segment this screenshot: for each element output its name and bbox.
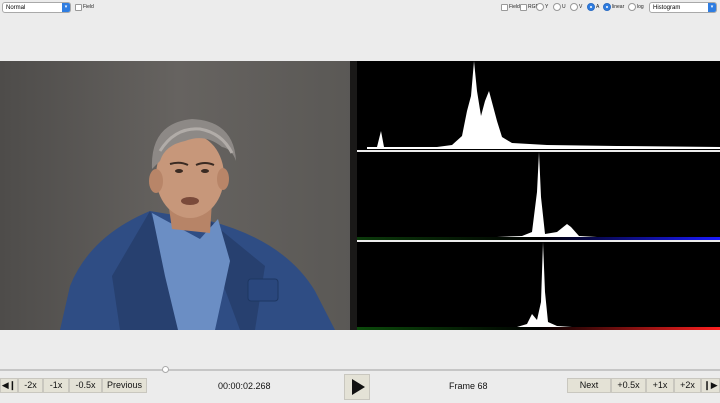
frame-counter: Frame 68 [449, 381, 488, 391]
field-label-left: Field [83, 4, 94, 10]
video-frame-image [0, 61, 357, 330]
fwd-1x-button[interactable]: +1x [646, 378, 674, 393]
field-label: Field [509, 4, 520, 10]
timeline-track[interactable] [0, 369, 720, 371]
play-icon [352, 379, 365, 395]
timeline-scrubber[interactable] [162, 366, 169, 373]
linear-radio[interactable] [603, 3, 611, 11]
u-radio[interactable] [553, 3, 561, 11]
histogram-red [357, 242, 720, 330]
fwd-05x-button[interactable]: +0.5x [611, 378, 646, 393]
mode-select-value: Normal [6, 5, 26, 11]
back-05x-button[interactable]: -0.5x [69, 378, 102, 393]
view-select-value: Histogram [653, 5, 681, 11]
field-checkbox[interactable] [501, 4, 508, 11]
mode-select[interactable]: Normal ▾ [2, 2, 71, 13]
u-label: U [562, 4, 566, 10]
linear-label: linear [612, 4, 625, 10]
step-back-button[interactable]: ◀❙ [0, 378, 18, 393]
timecode: 00:00:02.268 [218, 381, 271, 391]
rgb-checkbox[interactable] [520, 4, 527, 11]
field-checkbox-left[interactable] [75, 4, 82, 11]
histogram-luma-plot [367, 61, 720, 149]
fwd-2x-button[interactable]: +2x [674, 378, 701, 393]
y-label: Y [545, 4, 549, 10]
back-2x-button[interactable]: -2x [18, 378, 43, 393]
play-button[interactable] [344, 374, 370, 400]
next-button[interactable]: Next [567, 378, 611, 393]
v-radio[interactable] [570, 3, 578, 11]
view-select[interactable]: Histogram ▾ [649, 2, 717, 13]
previous-button[interactable]: Previous [102, 378, 147, 393]
v-label: V [579, 4, 583, 10]
chevron-down-icon: ▾ [708, 3, 716, 12]
step-back-icon: ◀❙ [1, 380, 17, 390]
step-forward-button[interactable]: ❙▶ [701, 378, 720, 393]
histogram-luma [357, 61, 720, 150]
log-radio[interactable] [628, 3, 636, 11]
a-label: A [596, 4, 600, 10]
log-label: log [637, 4, 644, 10]
histogram-blue [357, 152, 720, 240]
histogram-red-plot [357, 242, 720, 330]
a-radio[interactable] [587, 3, 595, 11]
histogram-blue-plot [357, 152, 720, 240]
video-frame [0, 61, 357, 330]
chevron-down-icon: ▾ [62, 3, 70, 12]
y-radio[interactable] [536, 3, 544, 11]
step-forward-icon: ❙▶ [703, 380, 718, 390]
back-1x-button[interactable]: -1x [43, 378, 69, 393]
